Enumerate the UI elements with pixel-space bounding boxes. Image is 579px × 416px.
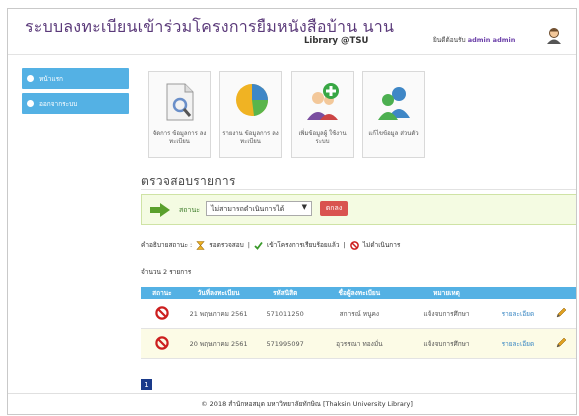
column-header-student-id[interactable]: รหัสนิสิต <box>254 287 316 299</box>
status-cell <box>141 328 183 359</box>
sidebar: หน้าแรก ออกจากระบบ <box>22 68 129 118</box>
welcome-prefix: ยินดีต้อนรับ <box>433 36 466 44</box>
note-cell: แจ้งจบการศึกษา <box>402 299 491 329</box>
column-header-note[interactable]: หมายเหตุ <box>402 287 491 299</box>
tile-label: เพิ่มข้อมูลผู้ ใช้งานระบบ <box>298 130 347 145</box>
status-filter-bar: สถานะ ไม่สามารถดำเนินการได้ ▼ ตกลง <box>141 194 576 225</box>
column-header-date[interactable]: วันที่ลงทะเบียน <box>182 287 255 299</box>
name-cell: อุวรรณา ทองมั่น <box>315 328 403 359</box>
legend-joined: เข้าโครงการเรียบร้อยแล้ว <box>266 241 340 249</box>
tile-label: รายงาน ข้อมูลการ ลงทะเบียน <box>222 130 279 145</box>
check-icon <box>254 241 263 250</box>
hourglass-icon <box>196 240 205 250</box>
chevron-down-icon: ▼ <box>301 203 307 211</box>
status-filter-label: สถานะ <box>179 206 200 214</box>
status-select[interactable]: ไม่สามารถดำเนินการได้ ▼ <box>206 201 312 216</box>
divider <box>141 189 576 190</box>
avatar-icon[interactable] <box>545 26 563 44</box>
status-select-value: ไม่สามารถดำเนินการได้ <box>211 205 285 213</box>
pencil-icon[interactable] <box>555 307 567 319</box>
tile-report-registration[interactable]: รายงาน ข้อมูลการ ลงทะเบียน <box>219 71 282 158</box>
bullet-icon <box>27 75 34 82</box>
pagination-page-1[interactable]: 1 <box>141 379 152 390</box>
column-header-status[interactable]: สถานะ <box>141 287 183 299</box>
document-search-icon <box>166 83 194 121</box>
sidebar-item-home[interactable]: หน้าแรก <box>22 68 129 89</box>
ban-icon <box>155 305 169 320</box>
registration-table: สถานะ วันที่ลงทะเบียน รหัสนิสิต ชื่อผู้ล… <box>141 287 576 359</box>
date-cell: 20 พฤษภาคม 2561 <box>182 328 255 359</box>
site-subtitle: Library @TSU <box>304 36 369 46</box>
submit-button[interactable]: ตกลง <box>320 201 348 216</box>
username-link[interactable]: admin admin <box>468 36 516 44</box>
tile-label: แก้ไขข้อมูล ส่วนตัว <box>368 130 419 137</box>
ban-icon <box>349 240 359 250</box>
legend-rejected: ไม่ดำเนินการ <box>362 241 401 249</box>
ban-icon <box>155 335 169 350</box>
tile-manage-registration[interactable]: จัดการ ข้อมูลการ ลงทะเบียน <box>148 71 211 158</box>
column-header-edit <box>545 287 576 299</box>
column-header-name[interactable]: ชื่อผู้ลงทะเบียน <box>315 287 403 299</box>
tile-edit-profile[interactable]: แก้ไขข้อมูล ส่วนตัว <box>362 71 425 158</box>
arrow-right-icon <box>150 203 170 217</box>
sidebar-item-label: หน้าแรก <box>39 74 63 83</box>
welcome-text: ยินดีต้อนรับ admin admin <box>433 35 515 45</box>
detail-link[interactable]: รายละเอียด <box>490 299 546 329</box>
note-cell: แจ้งจบการศึกษา <box>402 328 491 359</box>
footer: © 2018 สำนักหอสมุด มหาวิทยาลัยทักษิณ [Th… <box>8 393 576 414</box>
users-icon <box>378 87 410 120</box>
column-header-detail <box>490 287 546 299</box>
add-user-icon <box>307 83 339 120</box>
name-cell: สการณ์ หนูคง <box>315 299 403 329</box>
tile-label: จัดการ ข้อมูลการ ลงทะเบียน <box>152 130 207 145</box>
sidebar-item-logout[interactable]: ออกจากระบบ <box>22 93 129 114</box>
date-cell: 21 พฤษภาคม 2561 <box>182 299 255 329</box>
status-legend: คำอธิบายสถานะ : รอตรวจสอบ | เข้าโครงการเ… <box>141 240 401 250</box>
student-id-cell: 571011250 <box>254 299 316 329</box>
tile-add-user[interactable]: เพิ่มข้อมูลผู้ ใช้งานระบบ <box>291 71 354 158</box>
header: ระบบลงทะเบียนเข้าร่วมโครงการยืมหนังสือบ้… <box>8 9 576 55</box>
app-frame: ระบบลงทะเบียนเข้าร่วมโครงการยืมหนังสือบ้… <box>7 8 577 415</box>
student-id-cell: 571995097 <box>254 328 316 359</box>
pie-chart-icon <box>236 84 269 116</box>
sidebar-item-label: ออกจากระบบ <box>39 99 78 108</box>
detail-link[interactable]: รายละเอียด <box>490 328 546 359</box>
legend-pending: รอตรวจสอบ <box>209 241 244 249</box>
bullet-icon <box>27 100 34 107</box>
status-cell <box>141 299 183 329</box>
legend-prefix: คำอธิบายสถานะ : <box>141 241 193 249</box>
pencil-icon[interactable] <box>555 337 567 349</box>
table-row: 21 พฤษภาคม 2561 571011250 สการณ์ หนูคง แ… <box>141 299 576 329</box>
table-header-row: สถานะ วันที่ลงทะเบียน รหัสนิสิต ชื่อผู้ล… <box>141 287 576 299</box>
edit-cell <box>545 328 576 359</box>
record-count: จำนวน 2 รายการ <box>141 268 192 276</box>
table-row: 20 พฤษภาคม 2561 571995097 อุวรรณา ทองมั่… <box>141 328 576 359</box>
edit-cell <box>545 299 576 329</box>
